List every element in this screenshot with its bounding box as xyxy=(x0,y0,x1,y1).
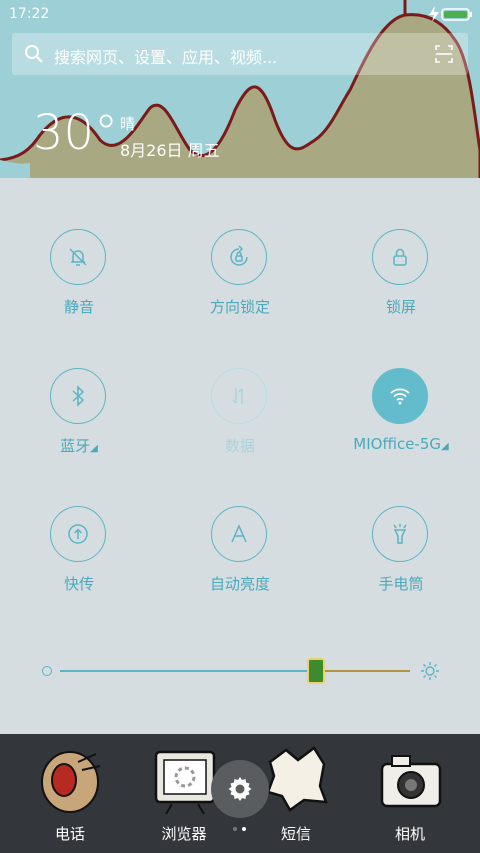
clock: 17:22 xyxy=(9,6,50,22)
toggle-circle[interactable] xyxy=(50,506,106,562)
weather-temperature: 30° xyxy=(33,105,119,161)
toggle-label: 锁屏 xyxy=(385,298,416,316)
dock-app-phone[interactable]: 电话 xyxy=(10,734,130,853)
toggle-circle[interactable] xyxy=(372,368,428,424)
settings-button[interactable] xyxy=(211,760,269,818)
toggle-label: 静音 xyxy=(63,298,94,316)
camera-app-icon xyxy=(380,755,442,808)
brightness-min-icon xyxy=(42,666,52,676)
scan-icon[interactable] xyxy=(434,44,454,64)
lock-icon xyxy=(393,248,407,266)
auto-brightness-icon xyxy=(231,524,247,543)
toggle-circle[interactable] xyxy=(372,506,428,562)
toggle-label: 手电筒 xyxy=(378,575,424,593)
toggle-circle[interactable] xyxy=(211,229,267,285)
page-dot xyxy=(233,827,237,831)
transfer-icon xyxy=(68,524,88,544)
toggle-wifi[interactable]: MIOffice-5G◢ xyxy=(331,368,471,478)
weather-condition: 晴 xyxy=(120,115,136,133)
wifi-icon xyxy=(390,388,410,405)
toggle-label: 快传 xyxy=(63,575,94,593)
charging-icon xyxy=(429,6,439,22)
toggle-transfer[interactable]: 快传 xyxy=(9,506,149,616)
flashlight-icon xyxy=(393,524,407,544)
toggle-circle[interactable] xyxy=(211,506,267,562)
toggle-circle[interactable] xyxy=(50,229,106,285)
dock-app-label: 短信 xyxy=(280,825,311,843)
brightness-max-icon xyxy=(421,662,439,680)
toggle-flashlight[interactable]: 手电筒 xyxy=(331,506,471,616)
brightness-slider[interactable] xyxy=(40,658,440,684)
mobile-data-icon xyxy=(232,388,243,404)
toggle-bluetooth[interactable]: 蓝牙◢ xyxy=(9,368,149,478)
dock-app-label: 电话 xyxy=(54,825,85,843)
messages-app-icon xyxy=(266,746,328,812)
toggle-circle[interactable] xyxy=(211,368,267,424)
toggle-rotation-lock[interactable]: 方向锁定 xyxy=(170,229,310,339)
toggle-circle[interactable] xyxy=(372,229,428,285)
brightness-track-filled xyxy=(60,670,316,672)
toggle-lock-screen[interactable]: 锁屏 xyxy=(331,229,471,339)
toggle-label: 数据 xyxy=(224,437,255,455)
toggle-label: MIOffice-5G◢ xyxy=(353,435,449,453)
toggle-label: 自动亮度 xyxy=(209,575,270,593)
brightness-track-empty xyxy=(316,670,410,672)
dock-app-label: 浏览器 xyxy=(161,825,207,843)
search-icon xyxy=(25,45,43,63)
page-indicator xyxy=(233,827,249,833)
weather-date: 8月26日 周五 xyxy=(120,141,220,160)
search-bar[interactable]: 搜索网页、设置、应用、视频... xyxy=(12,33,468,75)
battery-icon xyxy=(441,8,472,21)
quick-settings-panel: 静音 方向锁定 锁屏 蓝牙◢ 数据 MIOffice-5G◢ 快传 自动亮度 手… xyxy=(0,178,480,734)
silent-bell-icon xyxy=(69,248,87,266)
toggle-auto-brightness[interactable]: 自动亮度 xyxy=(170,506,310,616)
status-bar: 17:22 xyxy=(0,0,480,28)
dock-app-camera[interactable]: 相机 xyxy=(350,734,470,853)
browser-app-icon xyxy=(154,750,216,815)
toggle-label: 蓝牙◢ xyxy=(60,437,98,455)
rotation-lock-icon xyxy=(230,245,248,266)
toggle-circle[interactable] xyxy=(50,368,106,424)
bluetooth-icon xyxy=(72,385,85,407)
toggle-label: 方向锁定 xyxy=(209,298,270,316)
phone-app-icon xyxy=(41,751,101,813)
search-placeholder: 搜索网页、设置、应用、视频... xyxy=(54,48,278,67)
toggle-mobile-data[interactable]: 数据 xyxy=(170,368,310,478)
brightness-thumb[interactable] xyxy=(307,658,325,684)
gear-icon xyxy=(228,777,252,801)
toggle-silent[interactable]: 静音 xyxy=(9,229,149,339)
page-dot-active xyxy=(242,827,246,831)
dock-app-label: 相机 xyxy=(394,825,425,843)
